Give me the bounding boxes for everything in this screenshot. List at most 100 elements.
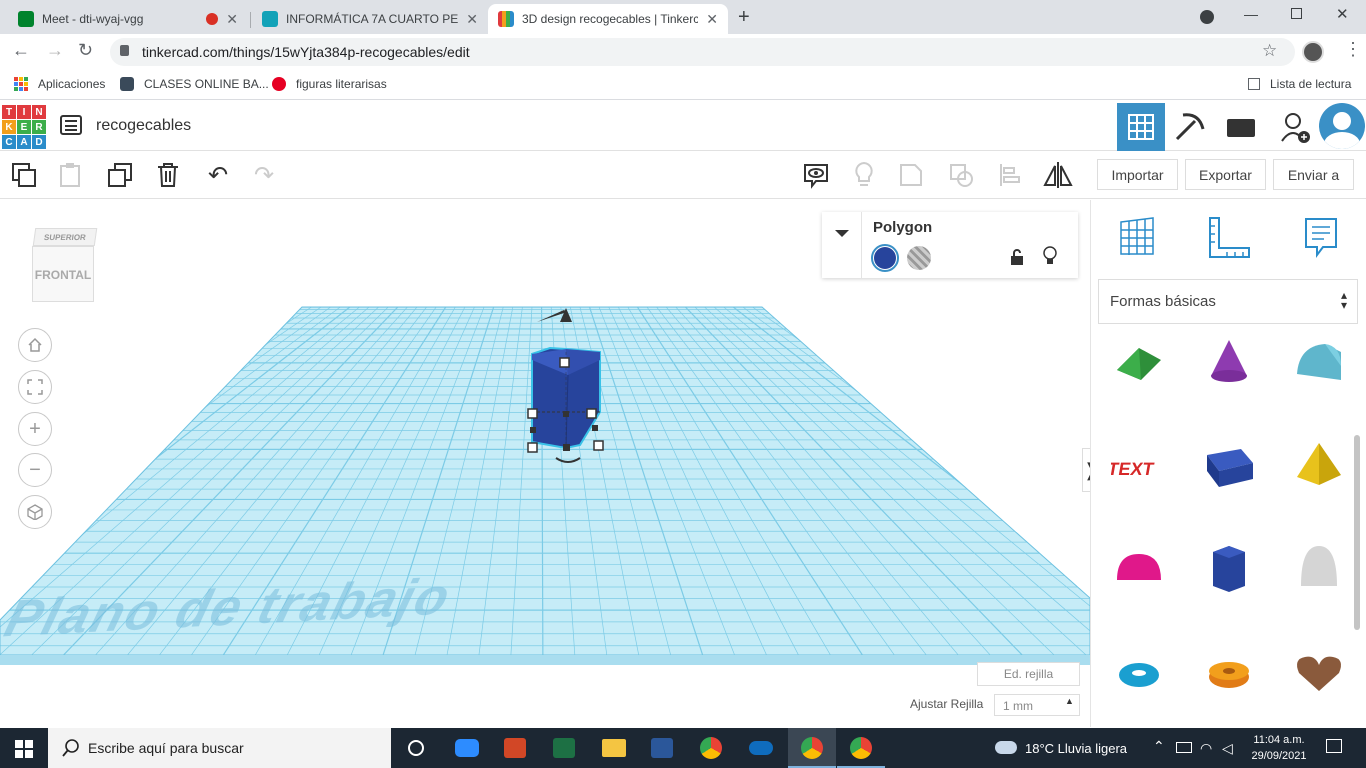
notifications-icon[interactable] (1326, 739, 1342, 753)
volume-icon[interactable]: ◁ (1222, 740, 1233, 757)
3d-viewport[interactable]: Plano de trabajo SUPERIOR FRONTAL + − Po (0, 200, 1090, 727)
group-icon[interactable] (894, 157, 930, 193)
taskbar-search-box[interactable]: Escribe aquí para buscar (48, 728, 391, 768)
close-tab-icon[interactable]: ✕ (706, 11, 718, 28)
fit-view-icon[interactable] (18, 370, 52, 404)
file-explorer-icon[interactable] (602, 739, 626, 757)
user-avatar[interactable] (1319, 103, 1365, 149)
powerpoint-icon[interactable] (504, 738, 526, 758)
chrome-active-window[interactable] (788, 728, 836, 768)
tab-tinkercad[interactable]: 3D design recogecables | Tinkerca ✕ (488, 4, 728, 34)
shape-paraboloid[interactable] (1291, 542, 1351, 598)
tab-search-icon[interactable] (1200, 10, 1214, 24)
forward-icon[interactable]: → (46, 40, 64, 61)
duplicate-icon[interactable] (102, 157, 138, 193)
notes-tool-icon[interactable] (1303, 216, 1339, 261)
excel-icon[interactable] (553, 738, 575, 758)
trash-icon[interactable] (150, 157, 186, 193)
shape-category-select[interactable]: Formas básicas ▴ ▾ (1098, 279, 1358, 324)
hole-button[interactable] (907, 246, 931, 270)
unlock-icon[interactable] (1010, 248, 1024, 269)
mirror-icon[interactable] (1040, 157, 1076, 193)
tab-meet[interactable]: Meet - dti-wyaj-vgg ✕ (8, 4, 248, 34)
view-cube-top[interactable]: SUPERIOR (32, 228, 98, 246)
chrome-window-2[interactable] (837, 728, 885, 768)
bookmark-apps[interactable]: Aplicaciones (14, 77, 105, 91)
reading-list[interactable]: Lista de lectura (1248, 77, 1351, 91)
shape-tube[interactable] (1201, 645, 1261, 701)
word-icon[interactable] (651, 738, 673, 758)
send-to-button[interactable]: Enviar a (1273, 159, 1354, 190)
invite-user-icon[interactable] (1280, 111, 1312, 148)
windows-start-icon[interactable] (15, 740, 33, 761)
close-tab-icon[interactable]: ✕ (466, 11, 478, 28)
shape-pyramid[interactable] (1291, 439, 1351, 495)
close-tab-icon[interactable]: ✕ (226, 11, 238, 28)
bookmark-figuras[interactable]: figuras literarisas (272, 77, 387, 91)
zoom-out-icon[interactable]: − (18, 453, 52, 487)
bookmark-clases[interactable]: CLASES ONLINE BA... (120, 77, 269, 91)
back-icon[interactable]: ← (12, 40, 30, 61)
onedrive-icon[interactable] (749, 741, 773, 755)
task-view-icon[interactable] (408, 740, 424, 756)
shape-cone[interactable] (1201, 336, 1261, 392)
design-name[interactable]: recogecables (96, 117, 191, 135)
shape-half-sphere[interactable] (1111, 542, 1171, 598)
snap-grid-select[interactable]: 1 mm ▲ (994, 694, 1080, 716)
profile-avatar[interactable] (1302, 41, 1324, 63)
close-window-icon[interactable]: ✕ (1336, 5, 1349, 23)
align-icon[interactable] (992, 157, 1028, 193)
tab-classroom[interactable]: INFORMÁTICA 7A CUARTO PERIO ✕ (252, 4, 488, 34)
show-all-icon[interactable] (798, 157, 834, 193)
tinkercad-logo[interactable]: T I N K E R C A D (2, 105, 46, 149)
shape-half-cylinder[interactable] (1291, 336, 1351, 392)
chrome-icon[interactable] (700, 737, 722, 759)
battery-icon[interactable] (1176, 742, 1192, 753)
home-view-icon[interactable] (18, 328, 52, 362)
3d-view-button[interactable] (1117, 103, 1165, 151)
shape-box-wedge[interactable] (1201, 439, 1261, 495)
undo-icon[interactable]: ↶ (200, 157, 236, 193)
panel-scrollbar[interactable] (1354, 435, 1360, 630)
clock[interactable]: 11:04 a.m. 29/09/2021 (1248, 732, 1310, 764)
address-bar[interactable]: tinkercad.com/things/15wYjta384p-recogec… (110, 38, 1295, 66)
copy-icon[interactable] (6, 157, 42, 193)
tray-chevron-icon[interactable]: ⌃ (1153, 738, 1165, 755)
view-cube-front[interactable]: FRONTAL (32, 246, 94, 302)
lightbulb-icon[interactable] (846, 157, 882, 193)
view-cube[interactable]: SUPERIOR FRONTAL (30, 228, 98, 304)
zoom-app-icon[interactable] (455, 739, 479, 757)
ruler-tool-icon[interactable] (1207, 216, 1251, 261)
wifi-icon[interactable]: ◠ (1200, 740, 1212, 757)
collapse-inspector-button[interactable] (822, 212, 862, 278)
solid-color-button[interactable] (871, 244, 899, 272)
orthographic-icon[interactable] (18, 495, 52, 529)
shape-polygon[interactable] (1201, 542, 1261, 598)
collapse-panel-toggle[interactable]: ❭ (1082, 448, 1090, 492)
new-tab-icon[interactable]: + (738, 6, 750, 29)
menu-dots-icon[interactable]: ⋮ (1344, 40, 1362, 58)
pickaxe-icon[interactable] (1173, 111, 1207, 146)
workplane-tool-icon[interactable] (1117, 216, 1157, 261)
polygon-shape[interactable] (520, 302, 615, 474)
shape-text[interactable]: TEXT (1106, 439, 1171, 495)
bricks-icon[interactable] (1227, 119, 1255, 137)
minimize-icon[interactable]: — (1244, 6, 1258, 22)
bookmark-star-icon[interactable]: ☆ (1262, 41, 1277, 61)
edit-grid-button[interactable]: Ed. rejilla (977, 662, 1080, 686)
shape-torus[interactable] (1111, 645, 1171, 701)
shape-roof[interactable] (1111, 336, 1171, 392)
shape-heart[interactable] (1291, 645, 1351, 701)
zoom-in-icon[interactable]: + (18, 412, 52, 446)
visibility-bulb-icon[interactable] (1042, 246, 1058, 269)
design-list-icon[interactable] (60, 115, 82, 135)
import-button[interactable]: Importar (1097, 159, 1178, 190)
export-button[interactable]: Exportar (1185, 159, 1266, 190)
ungroup-icon[interactable] (944, 157, 980, 193)
weather-text[interactable]: 18°C Lluvia ligera (1025, 741, 1127, 756)
weather-cloud-icon[interactable] (995, 741, 1017, 754)
redo-icon[interactable]: ↷ (246, 157, 282, 193)
paste-icon[interactable] (52, 157, 88, 193)
reload-icon[interactable]: ↻ (78, 40, 93, 61)
restore-icon[interactable] (1291, 8, 1302, 19)
